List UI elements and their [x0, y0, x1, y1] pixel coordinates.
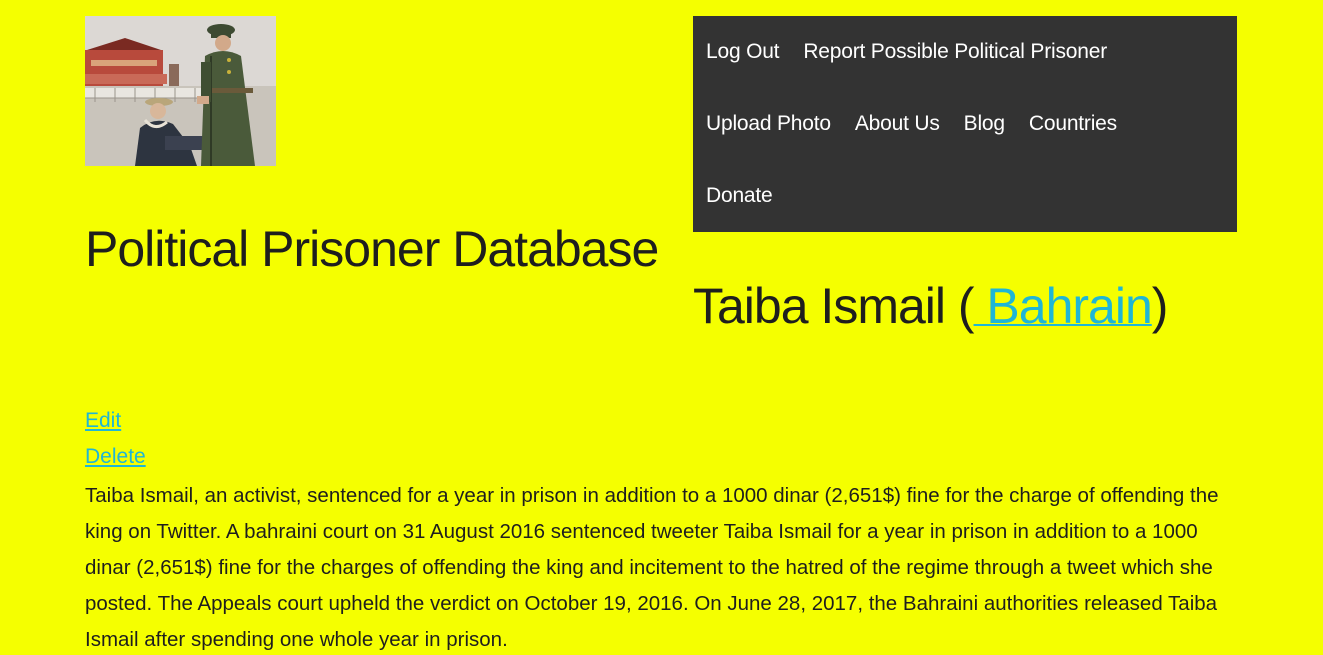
country-link[interactable]: Bahrain	[974, 278, 1152, 334]
nav-log-out[interactable]: Log Out	[706, 40, 780, 64]
prisoner-heading: Taiba Ismail ( Bahrain)	[693, 276, 1169, 336]
nav-row: Log Out Report Possible Political Prison…	[706, 16, 1237, 88]
logo-image[interactable]	[85, 16, 276, 166]
nav-donate[interactable]: Donate	[706, 184, 773, 208]
page: Log Out Report Possible Political Prison…	[0, 0, 1323, 655]
prisoner-photo-icon	[85, 16, 276, 166]
prisoner-name: Taiba Ismail (	[693, 278, 975, 334]
nav-report-prisoner[interactable]: Report Possible Political Prisoner	[803, 40, 1107, 64]
prisoner-description: Taiba Ismail, an activist, sentenced for…	[85, 484, 1219, 651]
heading-close-paren: )	[1151, 278, 1169, 334]
main-nav: Log Out Report Possible Political Prison…	[693, 16, 1237, 232]
nav-row: Upload Photo About Us Blog Countries	[706, 88, 1237, 160]
nav-blog[interactable]: Blog	[964, 112, 1005, 136]
site-title: Political Prisoner Database	[85, 221, 659, 277]
nav-row: Donate	[706, 160, 1237, 232]
nav-about-us[interactable]: About Us	[855, 112, 940, 136]
nav-upload-photo[interactable]: Upload Photo	[706, 112, 831, 136]
edit-link[interactable]: Edit	[85, 409, 121, 433]
delete-link[interactable]: Delete	[85, 445, 146, 469]
nav-countries[interactable]: Countries	[1029, 112, 1117, 136]
